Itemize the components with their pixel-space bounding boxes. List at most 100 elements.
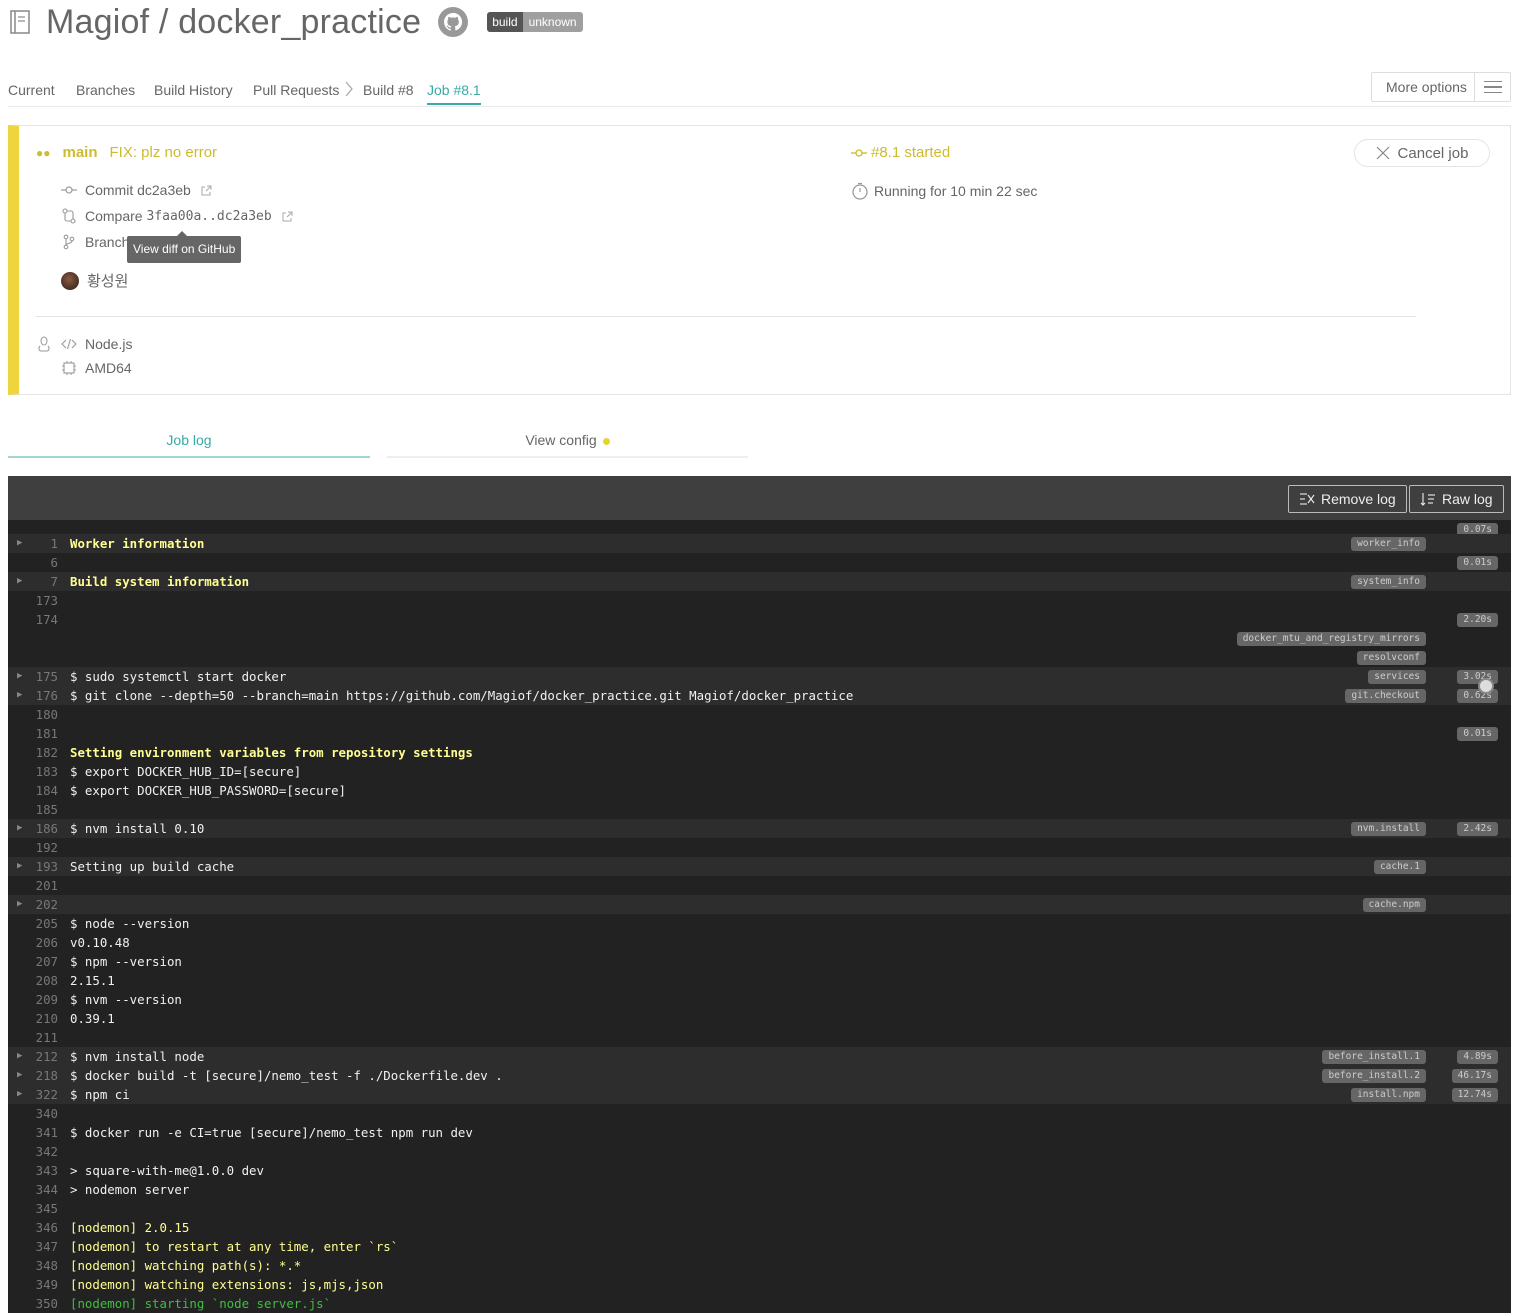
log-fold[interactable]: ▶ 202 cache.npm (8, 895, 1511, 914)
line-number[interactable]: 346 (28, 1218, 58, 1237)
tab-build-history[interactable]: Build History (154, 82, 233, 98)
log-line: 347 [nodemon] to restart at any time, ent… (8, 1237, 1511, 1256)
line-number[interactable]: 209 (28, 990, 58, 1009)
line-number[interactable]: 341 (28, 1123, 58, 1142)
tab-job[interactable]: Job #8.1 (427, 82, 481, 105)
log-text: Worker information (70, 536, 205, 551)
line-number[interactable]: 175 (28, 667, 58, 686)
line-number[interactable]: 343 (28, 1161, 58, 1180)
line-number[interactable]: 193 (28, 857, 58, 876)
line-number[interactable]: 218 (28, 1066, 58, 1085)
line-number[interactable]: 1 (28, 534, 58, 553)
tab-view-config[interactable]: View config (387, 432, 748, 458)
log-line: 346 [nodemon] 2.0.15 (8, 1218, 1511, 1237)
branch-dots-icon: ●● (36, 145, 51, 160)
log-fold[interactable]: ▶ 322 $ npm ci install.npm 12.74s (8, 1085, 1511, 1104)
line-number[interactable]: 350 (28, 1294, 58, 1313)
expand-arrow-icon[interactable]: ▶ (17, 667, 22, 686)
compare-row[interactable]: Compare 3faa00a..dc2a3eb (61, 208, 293, 224)
log-fold[interactable]: ▶ 175 $ sudo systemctl start docker service… (8, 667, 1511, 686)
log-fold[interactable]: ▶ 193 Setting up build cache cache.1 (8, 857, 1511, 876)
expand-arrow-icon[interactable]: ▶ (17, 857, 22, 876)
commit-icon (851, 148, 867, 157)
log-fold[interactable]: ▶ 7 Build system information system_info (8, 572, 1511, 591)
log-line: 201 (8, 876, 1511, 895)
line-number[interactable]: 174 (28, 610, 58, 629)
line-number[interactable]: 186 (28, 819, 58, 838)
repo-title[interactable]: Magiof / docker_practice (46, 3, 421, 42)
line-number[interactable]: 192 (28, 838, 58, 857)
line-number[interactable]: 202 (28, 895, 58, 914)
line-number[interactable]: 173 (28, 591, 58, 610)
scroll-handle[interactable] (1478, 678, 1494, 694)
raw-log-button[interactable]: Raw log (1409, 485, 1504, 513)
expand-arrow-icon[interactable]: ▶ (17, 572, 22, 591)
line-number[interactable]: 211 (28, 1028, 58, 1047)
external-link-icon[interactable] (282, 211, 293, 222)
raw-log-label: Raw log (1442, 491, 1493, 507)
log-line: 211 (8, 1028, 1511, 1047)
line-number[interactable]: 208 (28, 971, 58, 990)
line-number[interactable]: 212 (28, 1047, 58, 1066)
line-number[interactable]: 348 (28, 1256, 58, 1275)
line-number[interactable]: 322 (28, 1085, 58, 1104)
line-number[interactable]: 344 (28, 1180, 58, 1199)
fold-tag: worker_info (1351, 537, 1426, 551)
expand-arrow-icon[interactable]: ▶ (17, 1047, 22, 1066)
line-number[interactable]: 345 (28, 1199, 58, 1218)
line-number[interactable]: 185 (28, 800, 58, 819)
cancel-job-button[interactable]: Cancel job (1354, 139, 1490, 167)
expand-arrow-icon[interactable]: ▶ (17, 1085, 22, 1104)
expand-arrow-icon[interactable]: ▶ (17, 534, 22, 553)
job-status-label: #8.1 started (871, 144, 951, 161)
line-number[interactable]: 207 (28, 952, 58, 971)
tab-pull-requests[interactable]: Pull Requests (253, 82, 339, 98)
line-number[interactable]: 180 (28, 705, 58, 724)
line-number[interactable]: 181 (28, 724, 58, 743)
remove-log-label: Remove log (1321, 491, 1396, 507)
line-number[interactable]: 176 (28, 686, 58, 705)
log-fold[interactable]: ▶ 1 Worker information worker_info (8, 534, 1511, 553)
expand-arrow-icon[interactable]: ▶ (17, 1066, 22, 1085)
fold-tag: docker_mtu_and_registry_mirrors (1236, 632, 1426, 646)
branch-row[interactable]: Branch (61, 234, 129, 250)
log-line: 207 $ npm --version (8, 952, 1511, 971)
author-name: 황성원 (87, 273, 129, 290)
tab-job-log[interactable]: Job log (8, 432, 370, 458)
more-options-button[interactable]: More options (1371, 72, 1511, 102)
log-line: 206 v0.10.48 (8, 933, 1511, 952)
tab-build[interactable]: Build #8 (363, 82, 414, 98)
line-number[interactable]: 210 (28, 1009, 58, 1028)
build-status-badge[interactable]: build unknown (487, 12, 583, 32)
external-link-icon[interactable] (201, 185, 212, 196)
github-icon[interactable] (437, 6, 469, 38)
line-number[interactable]: 182 (28, 743, 58, 762)
expand-arrow-icon[interactable]: ▶ (17, 686, 22, 705)
divider (36, 316, 1416, 317)
log-line: 183 $ export DOCKER_HUB_ID=[secure] (8, 762, 1511, 781)
line-number[interactable]: 342 (28, 1142, 58, 1161)
expand-arrow-icon[interactable]: ▶ (17, 819, 22, 838)
tab-branches[interactable]: Branches (76, 82, 135, 98)
remove-log-button[interactable]: Remove log (1288, 485, 1407, 513)
line-number[interactable]: 347 (28, 1237, 58, 1256)
line-number[interactable]: 7 (28, 572, 58, 591)
log-line: 6 0.01s (8, 553, 1511, 572)
log-fold[interactable]: ▶ 212 $ nvm install node before_install.1 4.… (8, 1047, 1511, 1066)
branch-name[interactable]: main (63, 144, 98, 161)
line-number[interactable]: 183 (28, 762, 58, 781)
log-fold[interactable]: ▶ 176 $ git clone --depth=50 --branch=main… (8, 686, 1511, 705)
line-number[interactable]: 201 (28, 876, 58, 895)
expand-arrow-icon[interactable]: ▶ (17, 895, 22, 914)
line-number[interactable]: 184 (28, 781, 58, 800)
line-number[interactable]: 6 (28, 553, 58, 572)
line-number[interactable]: 340 (28, 1104, 58, 1123)
line-number[interactable]: 205 (28, 914, 58, 933)
commit-row[interactable]: Commit dc2a3eb (61, 182, 212, 198)
code-icon (61, 338, 77, 350)
log-fold[interactable]: ▶ 186 $ nvm install 0.10 nvm.install 2.42s (8, 819, 1511, 838)
tab-current[interactable]: Current (8, 82, 55, 98)
line-number[interactable]: 206 (28, 933, 58, 952)
log-fold[interactable]: ▶ 218 $ docker build -t [secure]/nemo_test… (8, 1066, 1511, 1085)
line-number[interactable]: 349 (28, 1275, 58, 1294)
